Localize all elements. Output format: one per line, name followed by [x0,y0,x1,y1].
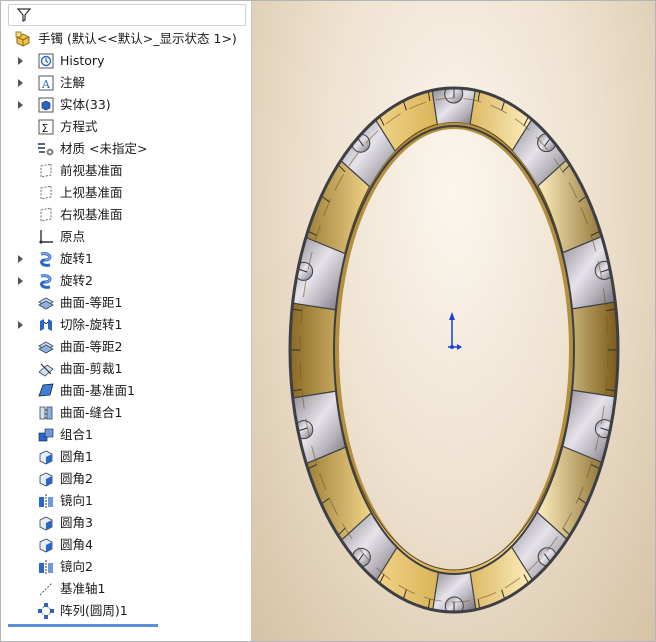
tree-item[interactable]: 圆角1 [0,446,250,468]
tree-item-label: 曲面-剪裁1 [60,361,123,376]
tree-item-label: 旋转1 [60,251,93,266]
tree-filter[interactable] [8,4,246,26]
tree-item[interactable]: 旋转1 [0,248,250,270]
fillet-icon [39,450,53,465]
origin-triad [448,312,462,350]
tree-item[interactable]: 曲面-等距2 [0,336,250,358]
svg-text:Σ: Σ [42,122,49,135]
tree-root-label: 手镯 (默认<<默认>_显示状态 1>) [38,31,237,46]
annotation-icon: A [38,75,54,91]
tree-item-label: 曲面-等距2 [60,339,123,354]
revolve-icon [40,274,52,289]
fillet-icon [39,516,53,531]
svg-text:A: A [41,78,51,91]
fillet-icon [39,538,53,553]
tree-item[interactable]: 圆角3 [0,512,250,534]
tree-item[interactable]: History [0,50,250,72]
tree-item-label: 材质 <未指定> [60,141,148,156]
tree-item[interactable]: 圆角4 [0,534,250,556]
tree-item-label: 方程式 [60,119,98,134]
solidworks-window: 手镯 (默认<<默认>_显示状态 1>) History A 注解实体(33) Σ 方程… [0,0,656,642]
revolve-icon [40,252,52,267]
combine-icon [38,428,54,442]
tree-item-label: 前视基准面 [60,163,123,178]
tree-item[interactable]: 曲面-等距1 [0,292,250,314]
plane-icon [40,207,52,222]
tree-item-label: History [60,53,105,68]
tree-item-label: 圆角4 [60,537,93,552]
tree-item[interactable]: 上视基准面 [0,182,250,204]
tree-item[interactable]: 组合1 [0,424,250,446]
tree-item[interactable]: 材质 <未指定> [0,138,250,160]
expand-arrow-icon[interactable] [18,255,23,263]
tree-item[interactable]: 镜向1 [0,490,250,512]
tree-item-label: 曲面-等距1 [60,295,123,310]
tree-item-label: 上视基准面 [60,185,123,200]
tree-item-label: 切除-旋转1 [60,317,123,332]
tree-item-label: 实体(33) [60,97,111,112]
tree-root-part[interactable]: 手镯 (默认<<默认>_显示状态 1>) [0,28,250,50]
tree-item-label: 圆角3 [60,515,93,530]
planar-surface-icon [38,383,54,397]
plane-icon [40,185,52,200]
tree-item[interactable]: A 注解 [0,72,250,94]
mirror-icon [39,560,53,575]
solid-bodies-icon [38,97,54,113]
material-icon [38,143,54,156]
graphics-viewport[interactable] [252,0,656,642]
offset-surface-icon [38,297,54,310]
tree-item[interactable]: Σ 方程式 [0,116,250,138]
tree-item[interactable]: 曲面-基准面1 [0,380,250,402]
origin-icon [39,230,53,244]
tree-item-label: 右视基准面 [60,207,123,222]
circular-pattern-icon [38,603,54,619]
tree-item[interactable]: 切除-旋转1 [0,314,250,336]
mirror-icon [39,494,53,509]
tree-item-label: 曲面-基准面1 [60,383,135,398]
tree-item-label: 阵列(圆周)1 [60,603,128,618]
tree-item[interactable]: 右视基准面 [0,204,250,226]
tree-item[interactable]: 原点 [0,226,250,248]
filter-icon [17,8,31,22]
tree-item[interactable]: 实体(33) [0,94,250,116]
tree-item-label: 曲面-缝合1 [60,405,123,420]
tree-item[interactable]: 基准轴1 [0,578,250,600]
axis-icon [39,582,53,596]
tree-item-label: 旋转2 [60,273,93,288]
feature-manager-tree: 手镯 (默认<<默认>_显示状态 1>) History A 注解实体(33) Σ 方程… [0,0,252,642]
part-icon [15,31,30,47]
expand-arrow-icon[interactable] [18,57,23,65]
trim-surface-icon [38,363,54,377]
history-icon [38,53,54,69]
tree-item-label: 注解 [60,75,86,90]
tree-item[interactable]: 曲面-缝合1 [0,402,250,424]
equations-icon: Σ [38,119,54,135]
tree-item-label: 镜向2 [60,559,93,574]
tree-item-label: 组合1 [60,427,93,442]
tree-item[interactable]: 阵列(圆周)1 [0,600,250,622]
tree-item[interactable]: 圆角2 [0,468,250,490]
knit-surface-icon [39,406,53,420]
tree-item[interactable]: 曲面-剪裁1 [0,358,250,380]
tree-item-label: 原点 [60,229,86,244]
tree-item-label: 基准轴1 [60,581,106,596]
tree-item-label: 圆角2 [60,471,93,486]
tree-item[interactable]: 旋转2 [0,270,250,292]
tree-item-label: 镜向1 [60,493,93,508]
bracelet-model[interactable] [252,0,656,642]
revolve-cut-icon [40,319,52,331]
tree-item-label: 圆角1 [60,449,93,464]
expand-arrow-icon[interactable] [18,277,23,285]
tree-item[interactable]: 前视基准面 [0,160,250,182]
plane-icon [40,163,52,178]
tree-scroll-indicator [8,624,158,627]
offset-surface-icon [38,341,54,354]
expand-arrow-icon[interactable] [18,79,23,87]
expand-arrow-icon[interactable] [18,321,23,329]
expand-arrow-icon[interactable] [18,101,23,109]
tree-item[interactable]: 镜向2 [0,556,250,578]
fillet-icon [39,472,53,487]
